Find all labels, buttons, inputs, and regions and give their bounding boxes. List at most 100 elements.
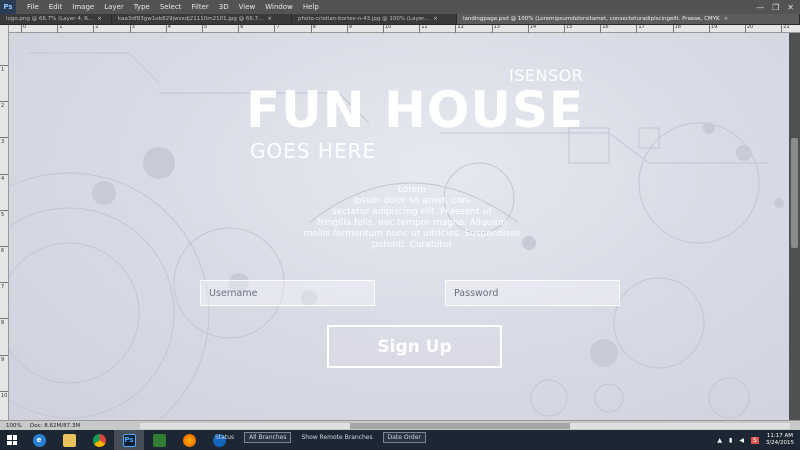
restore-button[interactable]: ❐ [772,3,779,12]
remote-branches-toggle[interactable]: Show Remote Branches [301,434,372,441]
ruler-tick [0,137,8,139]
tab-landingpage[interactable]: landingpage.psd @ 100% (Loremipsumdolors… [457,14,800,24]
menu-window[interactable]: Window [260,0,298,14]
tab-photo-cristian[interactable]: photo-cristian-bortes-n-43.jpg @ 100% (L… [292,14,457,24]
horizontal-scroll-thumb[interactable] [350,423,570,429]
ruler-tick [491,25,493,33]
tab-close-icon[interactable]: × [433,16,438,22]
system-tray: ▲ ▮ ◀ S 11:17 AM 3/24/2015 [717,433,800,447]
ruler-tick-label: 1 [59,24,63,30]
ruler-tick [564,25,565,33]
clock-time: 11:17 AM [766,433,793,439]
document-canvas[interactable]: ISENSOR FUN HOUSE GOES HERE Lorem ipsum … [9,33,789,420]
ie-icon[interactable]: e [24,430,54,450]
close-window-button[interactable]: ✕ [787,3,794,12]
ruler-tick-label: 21 [783,24,790,30]
firefox-icon[interactable] [174,430,204,450]
menu-select[interactable]: Select [155,0,187,14]
ruler-tick-label: 6 [240,24,244,30]
tray-expand-icon[interactable]: ▲ [717,437,722,444]
tray-app-icon[interactable]: S [750,436,759,444]
ruler-tick-label: 10 [385,24,392,30]
menu-3d[interactable]: 3D [214,0,234,14]
ruler-tick-label: 12 [457,24,464,30]
ruler-tick [238,25,240,33]
taskbar-clock[interactable]: 11:17 AM 3/24/2015 [766,433,794,447]
menu-view[interactable]: View [234,0,261,14]
vertical-scrollbar[interactable] [789,33,800,420]
chart-app-icon[interactable] [144,430,174,450]
ruler-tick-label: 2 [1,103,5,110]
ruler-tick [0,282,8,284]
ruler-tick [57,25,59,33]
ruler-tick-label: 3 [1,139,5,146]
ruler-tick-label: 5 [204,24,208,30]
headline-title: FUN HOUSE [246,81,585,139]
ruler-tick [383,25,384,33]
tab-kaa3df[interactable]: kaa3df83gw1eb829jwsxdj21110m2101.jpg @ 6… [112,14,292,24]
vertical-scroll-thumb[interactable] [791,138,798,248]
ruler-tick-label: 7 [1,284,5,291]
ruler-tick-label: 8 [1,320,5,327]
ruler-tick-label: 15 [566,24,573,30]
ruler-tick-label: 19 [710,24,718,30]
menu-filter[interactable]: Filter [186,0,213,14]
ruler-tick [0,246,8,247]
tab-close-icon[interactable]: × [724,16,729,22]
ruler-tick-label: 5 [1,211,5,218]
paragraph-line: sectetur adipiscing elit. Praesent ut [332,207,492,217]
volume-icon[interactable]: ◀ [739,437,744,444]
ruler-tick [708,25,710,33]
ruler-tick [0,390,8,392]
ruler-tick-label: 16 [602,24,609,30]
ruler-tick [419,25,421,33]
branches-dropdown[interactable]: All Branches [244,432,292,443]
ruler-tick [600,25,602,33]
menu-file[interactable]: File [22,0,44,14]
windows-start-icon[interactable] [0,430,24,450]
ruler-tick-label: 3 [131,24,135,30]
menu-layer[interactable]: Layer [99,0,129,14]
document-size[interactable]: Doc: 8.62M/87.3M [30,423,120,429]
ruler-tick [21,25,22,33]
clock-date: 3/24/2015 [765,440,794,446]
ruler-tick [0,209,8,211]
window-controls: — ❐ ✕ [756,3,800,12]
tab-logo[interactable]: logo.png @ 66.7% (Layer 4, R... × [0,14,112,24]
network-icon[interactable]: ▮ [729,437,732,444]
ruler-tick-label: 18 [674,24,681,30]
file-explorer-icon[interactable] [54,430,84,450]
paragraph-line: fringilla felis, nec tempor magna. Aliqu… [317,218,507,228]
tab-close-icon[interactable]: × [97,16,102,22]
background-app-strip: Status All Branches Show Remote Branches… [215,432,426,443]
minimize-button[interactable]: — [756,3,764,12]
username-field[interactable]: Username [200,280,375,306]
password-field[interactable]: Password [445,280,620,306]
ruler-tick-label: 0 [23,24,27,30]
ruler-tick [165,25,167,33]
menu-image[interactable]: Image [67,0,99,14]
sign-up-button[interactable]: Sign Up [327,325,502,368]
ruler-tick-label: 1 [1,67,5,73]
ruler-horizontal[interactable]: 0 1 2 3 4 5 6 7 8 9 10 11 12 13 14 15 16 17 18 19 20 21 [9,24,800,33]
headline-subtitle: GOES HERE [250,139,377,163]
ruler-tick-label: 11 [421,24,428,30]
menu-type[interactable]: Type [129,0,155,14]
ruler-tick [745,25,746,33]
ruler-vertical[interactable]: 1 2 3 4 5 6 7 8 9 10 [0,25,9,425]
paragraph-line: mollis fermentum nunc ut ultricies. Susp… [303,229,521,239]
ruler-tick [527,25,529,33]
menu-help[interactable]: Help [298,0,324,14]
ruler-tick-label: 4 [167,24,171,30]
photoshop-icon[interactable]: Ps [114,430,144,450]
tab-close-icon[interactable]: × [267,16,272,22]
chrome-icon[interactable] [84,430,114,450]
horizontal-scrollbar[interactable] [140,423,790,429]
status-bar: 100% Doc: 8.62M/87.3M [0,420,800,430]
menu-edit[interactable]: Edit [44,0,68,14]
order-dropdown[interactable]: Date Order [382,432,426,443]
tab-label: photo-cristian-bortes-n-43.jpg @ 100% (L… [298,16,430,22]
zoom-level[interactable]: 100% [0,423,30,429]
ruler-tick [346,25,348,33]
paragraph-line: Lorem [397,185,427,195]
